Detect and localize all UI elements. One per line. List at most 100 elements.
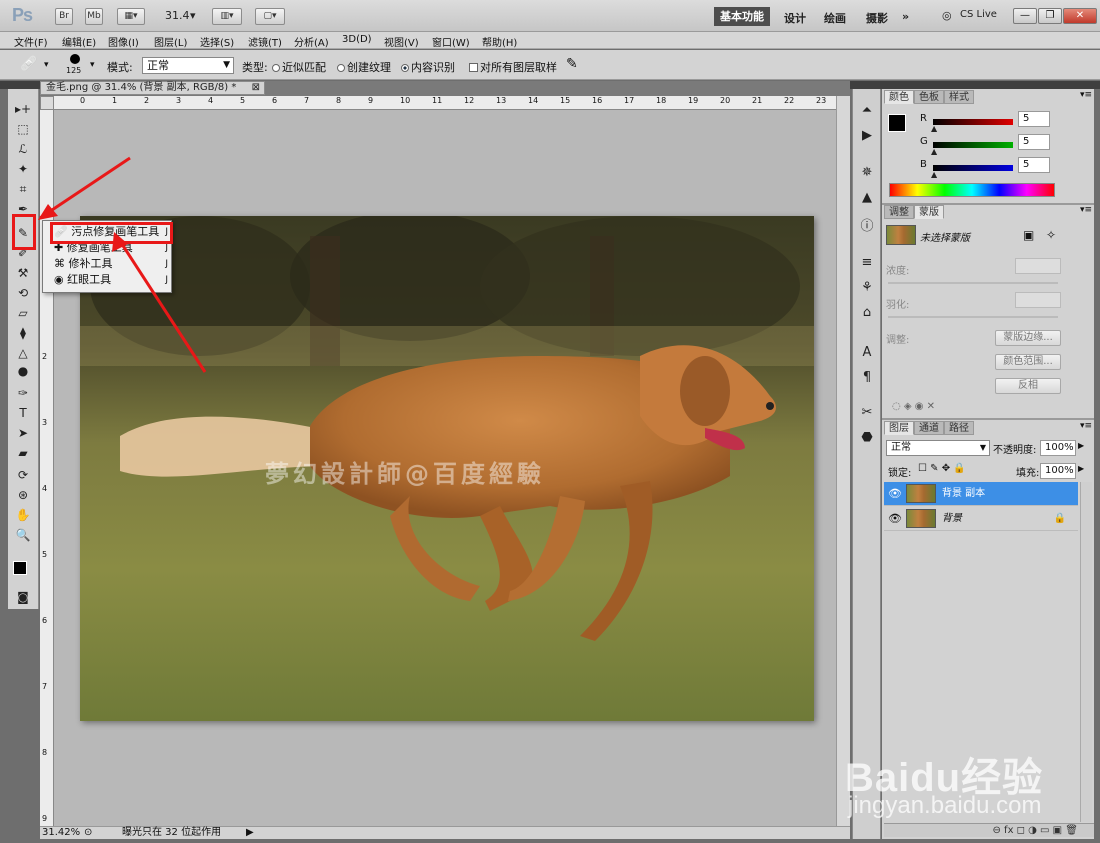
pressure-size-icon[interactable]: ✎ (566, 56, 578, 72)
status-zoom[interactable]: 31.42% (42, 827, 80, 839)
foreground-color-swatch[interactable] (13, 561, 27, 575)
type-radio-texture[interactable]: 创建纹理 (337, 59, 391, 75)
tab-swatches[interactable]: 色板 (914, 90, 944, 104)
mask-edge-button[interactable]: 蒙版边缘... (995, 330, 1061, 346)
brush-panel-icon[interactable]: ≡ (858, 255, 876, 273)
workspace-essentials[interactable]: 基本功能 (714, 7, 770, 26)
minimize-button[interactable]: — (1013, 8, 1037, 24)
tab-paths[interactable]: 路径 (944, 421, 974, 435)
ruler-tick-label: 11 (432, 96, 443, 105)
info-icon[interactable]: ⓘ (858, 215, 876, 234)
panel-menu-icon[interactable]: ▾≡ (1080, 90, 1092, 100)
pixel-mask-icon[interactable]: ▣ (1023, 228, 1034, 242)
feather-field[interactable] (1015, 292, 1061, 308)
slider-thumb-icon[interactable]: ▲ (931, 170, 937, 179)
shape-tool-icon[interactable]: ▰ (12, 444, 34, 462)
tools-extra-icon[interactable]: ✂ (858, 405, 876, 423)
channel-slider[interactable] (933, 142, 1013, 148)
tab-channels[interactable]: 通道 (914, 421, 944, 435)
histogram-icon[interactable]: ▲ (858, 190, 876, 208)
tab-adjustments[interactable]: 调整 (884, 205, 914, 219)
ruler-tick-label: 18 (656, 96, 667, 105)
tab-styles[interactable]: 样式 (944, 90, 974, 104)
fill-arrow-icon[interactable]: ▶ (1078, 464, 1084, 473)
lock-icon: 🔒 (1053, 513, 1066, 524)
3d-panel-icon[interactable]: ⬣ (858, 430, 876, 448)
layers-scrollbar[interactable] (1080, 482, 1092, 822)
layers-footer-icons[interactable]: ⊖ fx ◻ ◑ ▭ ▣ 🗑 (884, 823, 1094, 837)
history-panel-icon[interactable]: ⏶ (858, 103, 876, 121)
channel-value[interactable]: 5 (1018, 157, 1050, 173)
menu-6[interactable]: 分析(A) (294, 34, 329, 49)
character-icon[interactable]: A (858, 345, 876, 363)
cs-live-menu[interactable]: CS Live (960, 9, 997, 20)
restore-button[interactable]: ❐ (1038, 8, 1062, 24)
channel-label: B (920, 159, 927, 170)
tab-layers[interactable]: 图层 (884, 421, 914, 435)
sample-all-layers-checkbox[interactable]: 对所有图层取样 (469, 59, 557, 75)
zoom-tool-icon[interactable]: 🔍 (12, 526, 34, 544)
lock-icons[interactable]: ☐ ✎ ✥ 🔒 (918, 463, 966, 474)
foreground-color-swatch[interactable] (888, 114, 906, 132)
workspace-photography[interactable]: 摄影 (866, 10, 888, 26)
channel-slider[interactable] (933, 165, 1013, 171)
hand-tool-icon[interactable]: ✋ (12, 506, 34, 524)
3d-orbit-icon[interactable]: ⊛ (12, 486, 34, 504)
tab-color[interactable]: 颜色 (884, 90, 914, 104)
channel-value[interactable]: 5 (1018, 134, 1050, 150)
workspace-design[interactable]: 设计 (784, 10, 806, 26)
invert-button[interactable]: 反相 (995, 378, 1061, 394)
layer-row[interactable]: 👁 背景 🔒 (884, 507, 1078, 531)
arrow-line-2 (116, 237, 207, 373)
type-radio-proximity[interactable]: 近似匹配 (272, 59, 326, 75)
3d-rotate-icon[interactable]: ⟳ (12, 466, 34, 484)
ruler-tick-label: 6 (272, 96, 278, 105)
tab-masks[interactable]: 蒙版 (914, 205, 944, 219)
eye-icon[interactable]: 👁 (888, 507, 902, 531)
density-field[interactable] (1015, 258, 1061, 274)
actions-panel-icon[interactable]: ▶ (858, 128, 876, 146)
opacity-field[interactable]: 100% (1040, 440, 1076, 456)
panel-divider (882, 418, 1094, 420)
status-info-icon[interactable]: ⊙ (84, 827, 92, 839)
feather-slider[interactable] (888, 316, 1058, 318)
slider-thumb-icon[interactable]: ▲ (931, 124, 937, 133)
menu-10[interactable]: 帮助(H) (482, 34, 517, 49)
type-tool-icon[interactable]: T (12, 404, 34, 422)
menu-7[interactable]: 3D(D) (342, 34, 372, 45)
cs-live-icon[interactable]: ◎ (942, 9, 952, 22)
opacity-arrow-icon[interactable]: ▶ (1078, 441, 1084, 450)
workspace-more-button[interactable]: » (902, 10, 909, 23)
fill-field[interactable]: 100% (1040, 463, 1076, 479)
color-spectrum-bar[interactable] (889, 183, 1055, 197)
menu-9[interactable]: 窗口(W) (432, 34, 470, 49)
panel-menu-icon[interactable]: ▾≡ (1080, 421, 1092, 431)
vector-mask-icon[interactable]: ✧ (1046, 228, 1056, 242)
type-option-label: 创建纹理 (347, 61, 391, 74)
layer-row[interactable]: 👁 背景 副本 (884, 482, 1078, 506)
color-range-button[interactable]: 颜色范围... (995, 354, 1061, 370)
workspace-painting[interactable]: 绘画 (824, 10, 846, 26)
path-selection-icon[interactable]: ➤ (12, 424, 34, 442)
close-button[interactable]: ✕ (1063, 8, 1097, 24)
density-slider[interactable] (888, 282, 1058, 284)
tool-presets-icon[interactable]: ⌂ (858, 305, 876, 323)
type-option-label: 内容识别 (411, 61, 455, 74)
paragraph-icon[interactable]: ¶ (858, 370, 876, 388)
mask-footer-icons[interactable]: ◌ ◈ ◉ ✕ (892, 401, 935, 412)
clone-source-icon[interactable]: ⚘ (858, 280, 876, 298)
navigator-icon[interactable]: ✵ (858, 165, 876, 183)
quick-mask-icon[interactable]: ◙ (12, 588, 34, 606)
type-radio-content-aware[interactable]: 内容识别 (401, 59, 455, 75)
slider-thumb-icon[interactable]: ▲ (931, 147, 937, 156)
menu-8[interactable]: 视图(V) (384, 34, 419, 49)
channel-value[interactable]: 5 (1018, 111, 1050, 127)
panel-menu-icon[interactable]: ▾≡ (1080, 205, 1092, 215)
mask-status: 未选择蒙版 (920, 233, 970, 244)
lock-label: 锁定: (888, 468, 912, 479)
channel-slider[interactable] (933, 119, 1013, 125)
status-menu-icon[interactable]: ▶ (246, 827, 254, 839)
vertical-scrollbar[interactable] (836, 96, 850, 826)
eye-icon[interactable]: 👁 (888, 482, 902, 506)
blend-mode-select[interactable]: 正常 ▼ (886, 440, 990, 456)
